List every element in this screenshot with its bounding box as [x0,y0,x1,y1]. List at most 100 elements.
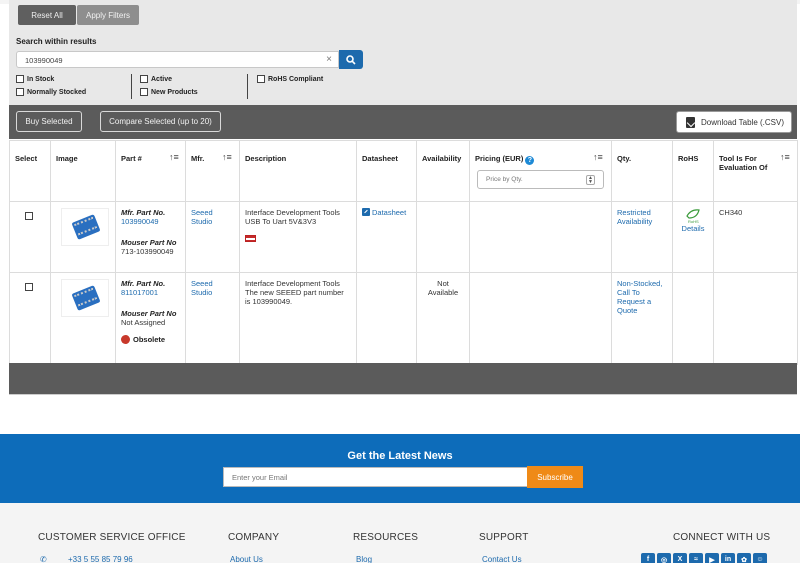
facebook-icon[interactable]: f [641,553,655,563]
active-label: Active [151,75,173,83]
in-stock-label: In Stock [27,75,55,83]
compare-selected-button[interactable]: Compare Selected (up to 20) [100,111,221,132]
mouser-part-number: 713-103990049 [121,247,174,256]
flag-icon [245,235,256,242]
email-placeholder: Enter your Email [232,473,288,482]
linkedin-icon[interactable]: in [721,553,735,563]
price-by-qty-placeholder: Price by Qty. [486,176,523,183]
download-icon [686,116,695,128]
datasheet-cell [356,272,417,365]
mfr-link[interactable]: Seeed Studio [191,208,213,226]
row-select-checkbox[interactable] [25,283,33,291]
pricing-cell [469,272,612,365]
download-table-button[interactable]: Download Table (.CSV) [676,111,792,133]
table-footer-bar [9,363,797,394]
description-text: Interface Development Tools USB To Uart … [245,208,340,226]
product-image[interactable] [61,208,109,246]
search-within-label: Search within results [16,37,97,46]
price-by-qty-input[interactable]: Price by Qty. ▲ ▼ [477,170,604,189]
table-row: Mfr. Part No. 103990049 Mouser Part No 7… [9,201,798,273]
pricing-cell [469,201,612,273]
customer-service-heading: CUSTOMER SERVICE OFFICE [38,532,186,543]
product-image[interactable] [61,279,109,317]
col-part[interactable]: Part # [115,140,186,202]
company-heading: COMPANY [228,532,280,543]
sort-icon[interactable]: ↑≡ [169,152,179,162]
rohs-compliant-label: RoHS Compliant [268,75,324,83]
datasheet-icon[interactable] [362,208,370,216]
availability-cell: Not Available [416,272,470,365]
other-social-icon[interactable]: ✿ [737,553,751,563]
divider [131,74,132,99]
col-datasheet: Datasheet [356,140,417,202]
phone-icon: ✆ [40,555,47,563]
mfr-part-link[interactable]: 811017001 [121,288,180,297]
x-icon[interactable]: X [673,553,687,563]
sort-icon[interactable]: ↑≡ [222,152,232,162]
search-within-input[interactable]: 103990049 × [16,51,339,68]
col-part-label: Part # [121,154,142,163]
row-select-checkbox[interactable] [25,212,33,220]
qty-quote-link[interactable]: Non-Stocked, Call To Request a Quote [617,279,662,315]
col-select: Select [9,140,51,202]
results-table: Select Image Part # Mfr. Description Dat… [9,140,798,365]
active-checkbox[interactable]: Active [140,75,172,83]
wechat-icon[interactable]: ☺ [753,553,767,563]
reset-all-button[interactable]: Reset All [18,5,76,25]
search-icon [346,54,356,65]
rohs-compliant-checkbox[interactable]: RoHS Compliant [257,75,323,83]
info-icon[interactable]: ? [525,156,535,165]
clear-icon[interactable]: × [326,54,332,65]
newsletter-section: Get the Latest News Enter your Email Sub… [0,434,800,503]
svg-text:RoHS: RoHS [688,219,699,224]
connect-heading: CONNECT WITH US [673,532,771,543]
footer: CUSTOMER SERVICE OFFICE ✆ +33 5 55 85 79… [0,503,800,563]
support-heading: SUPPORT [479,532,529,543]
search-button[interactable] [339,50,363,69]
col-availability: Availability [416,140,470,202]
rohs-cell [672,272,714,365]
download-table-label: Download Table (.CSV) [701,117,785,127]
normally-stocked-checkbox[interactable]: Normally Stocked [16,88,86,96]
description-text: Interface Development Tools The new SEEE… [239,272,357,365]
mfr-part-link[interactable]: 103990049 [121,217,180,226]
mfr-part-label: Mfr. Part No. [121,208,166,217]
sort-icon[interactable]: ↑≡ [780,152,790,162]
instagram-icon[interactable]: ◎ [657,553,671,563]
mfr-link[interactable]: Seeed Studio [191,279,213,297]
col-rohs: RoHS [672,140,714,202]
status-label: Obsolete [133,335,166,344]
obsolete-icon [121,335,130,344]
qty-restricted-link[interactable]: Restricted Availability [617,208,652,226]
col-mfr[interactable]: Mfr. [185,140,240,202]
resources-heading: RESOURCES [353,532,419,543]
apply-filters-button[interactable]: Apply Filters [77,5,139,25]
phone-link[interactable]: +33 5 55 85 79 96 [68,555,133,563]
datasheet-link[interactable]: Datasheet [372,208,406,217]
rohs-details-link[interactable]: Details [682,224,705,233]
sort-icon[interactable]: ↑≡ [593,152,603,162]
availability-cell [416,201,470,273]
email-field[interactable]: Enter your Email [223,467,528,487]
newsletter-title: Get the Latest News [347,450,453,462]
rss-icon[interactable]: ≈ [689,553,703,563]
contact-us-link[interactable]: Contact Us [482,555,522,563]
quantity-stepper[interactable]: ▲ ▼ [586,175,595,185]
col-tool-for[interactable]: Tool Is For Evaluation Of [713,140,798,202]
youtube-icon[interactable]: ▶ [705,553,719,563]
in-stock-checkbox[interactable]: In Stock [16,75,54,83]
subscribe-button[interactable]: Subscribe [527,466,583,488]
mfr-part-label: Mfr. Part No. [121,279,166,288]
about-us-link[interactable]: About Us [230,555,263,563]
new-products-label: New Products [151,88,198,96]
col-pricing-label: Pricing (EUR) [475,154,524,163]
obsolete-status: Obsolete [121,335,180,344]
col-mfr-label: Mfr. [191,154,205,163]
new-products-checkbox[interactable]: New Products [140,88,198,96]
divider [9,394,797,395]
divider [247,74,248,99]
buy-selected-button[interactable]: Buy Selected [16,111,82,132]
col-description: Description [239,140,357,202]
search-within-value: 103990049 [25,56,63,65]
blog-link[interactable]: Blog [356,555,372,563]
